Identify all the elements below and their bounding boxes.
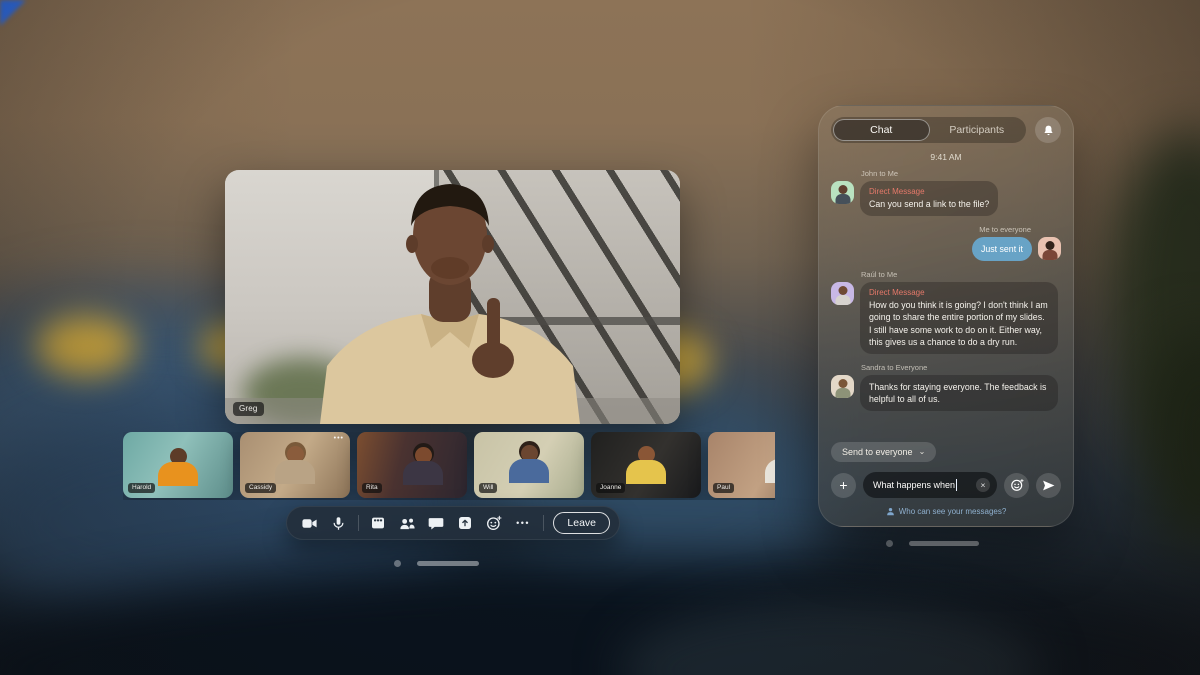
participant-name-label: Will [479, 483, 497, 494]
speaker-video [225, 170, 680, 424]
tile-more-icon[interactable]: ••• [334, 435, 344, 442]
avatar-me [1038, 237, 1061, 260]
privacy-hint[interactable]: Who can see your messages? [831, 507, 1061, 516]
tab-switcher: Chat Participants [831, 117, 1026, 143]
vision-meeting-screen: Greg Harold ••• Cassidy Rita Will Joanne… [0, 0, 1200, 675]
recipient-selector[interactable]: Send to everyone ⌄ [831, 442, 936, 462]
window-drag-handle[interactable] [909, 541, 979, 546]
window-drag-handle[interactable] [417, 561, 479, 566]
participant-name-label: Paul [713, 483, 734, 494]
more-icon: ••• [516, 518, 530, 528]
chat-icon [428, 516, 444, 531]
message-sender-label: Raúl to Me [861, 270, 1061, 279]
participant-tile-cassidy[interactable]: ••• Cassidy [240, 432, 350, 498]
chat-panel: Chat Participants 9:41 AM John to Me Dir… [818, 105, 1074, 527]
participant-name-label: Rita [362, 483, 382, 494]
bell-icon [1042, 124, 1055, 137]
chat-tab-row: Chat Participants [831, 117, 1061, 143]
message-text: Thanks for staying everyone. The feedbac… [869, 381, 1049, 405]
recipient-label: Send to everyone [842, 447, 913, 457]
direct-message-badge: Direct Message [869, 288, 1049, 297]
share-screen-button[interactable] [452, 509, 479, 537]
microphone-button[interactable] [325, 509, 352, 537]
message-list: John to Me Direct Message Can you send a… [831, 169, 1061, 411]
participant-name-label: Joanne [596, 483, 625, 494]
camera-button[interactable] [296, 509, 323, 537]
message-input-value: What happens when [873, 480, 955, 490]
chat-composer: Send to everyone ⌄ + What happens when × [831, 442, 1061, 516]
message-text: Just sent it [981, 243, 1023, 255]
participant-video [626, 446, 666, 484]
notifications-button[interactable] [1035, 117, 1061, 143]
layout-button[interactable] [365, 509, 392, 537]
plus-icon: + [839, 477, 847, 493]
emoji-button[interactable] [1004, 473, 1029, 498]
emoji-icon [1010, 478, 1024, 492]
reactions-button[interactable] [481, 509, 508, 537]
message-me: Me to everyone Just sent it [831, 225, 1061, 261]
message-sender-label: John to Me [861, 169, 1061, 178]
reactions-icon [486, 515, 502, 531]
message-bubble: Just sent it [972, 237, 1032, 261]
participant-name-label: Cassidy [245, 483, 276, 494]
person-icon [886, 507, 895, 516]
participant-video [275, 446, 315, 484]
composer-input-row: + What happens when × [831, 472, 1061, 498]
participant-video [158, 448, 198, 486]
control-bar-divider [543, 515, 544, 531]
send-icon [1042, 479, 1055, 492]
camera-icon [301, 515, 318, 532]
participant-tile-will[interactable]: Will [474, 432, 584, 498]
direct-message-badge: Direct Message [869, 187, 989, 196]
tab-participants[interactable]: Participants [930, 119, 1025, 141]
message-sender-label: Me to everyone [831, 225, 1031, 234]
chat-timestamp: 9:41 AM [831, 152, 1061, 162]
participant-tile-joanne[interactable]: Joanne [591, 432, 701, 498]
share-screen-icon [457, 515, 473, 531]
privacy-hint-text: Who can see your messages? [899, 507, 1007, 516]
microphone-icon [331, 515, 346, 532]
participant-video [765, 445, 775, 483]
avatar-john [831, 181, 854, 204]
participant-video [403, 447, 443, 485]
avatar-sandra [831, 375, 854, 398]
participant-name-label: Harold [128, 483, 155, 494]
window-close-icon[interactable] [886, 540, 893, 547]
message-bubble: Direct Message Can you send a link to th… [860, 181, 998, 216]
message-bubble: Thanks for staying everyone. The feedbac… [860, 375, 1058, 411]
message-text: Can you send a link to the file? [869, 198, 989, 210]
participants-icon [399, 516, 416, 531]
participant-tile-rita[interactable]: Rita [357, 432, 467, 498]
message-raul: Raúl to Me Direct Message How do you thi… [831, 270, 1061, 354]
send-button[interactable] [1036, 473, 1061, 498]
text-caret [956, 479, 957, 491]
participant-video [509, 445, 549, 483]
clear-input-button[interactable]: × [976, 478, 990, 492]
tab-chat[interactable]: Chat [833, 119, 930, 141]
participant-filmstrip[interactable]: Harold ••• Cassidy Rita Will Joanne Paul [123, 432, 775, 500]
main-window-controls [394, 560, 479, 567]
control-bar-divider [358, 515, 359, 531]
window-close-icon[interactable] [394, 560, 401, 567]
participant-tile-paul[interactable]: Paul [708, 432, 775, 498]
close-icon: × [981, 481, 986, 490]
more-options-button[interactable]: ••• [510, 509, 537, 537]
message-sender-label: Sandra to Everyone [861, 363, 1061, 372]
main-speaker-tile[interactable]: Greg [225, 170, 680, 424]
meeting-control-bar: ••• Leave [286, 506, 620, 540]
attach-button[interactable]: + [831, 473, 856, 498]
message-john: John to Me Direct Message Can you send a… [831, 169, 1061, 216]
participants-button[interactable] [394, 509, 421, 537]
chat-window-controls [886, 540, 979, 547]
message-bubble: Direct Message How do you think it is go… [860, 282, 1058, 354]
message-input[interactable]: What happens when × [863, 472, 997, 498]
participant-tile-harold[interactable]: Harold [123, 432, 233, 498]
chat-button[interactable] [423, 509, 450, 537]
message-sandra: Sandra to Everyone Thanks for staying ev… [831, 363, 1061, 411]
speaker-name-label: Greg [233, 402, 264, 416]
avatar-raul [831, 282, 854, 305]
message-text: How do you think it is going? I don't th… [869, 299, 1049, 348]
layout-icon [370, 515, 386, 531]
leave-button[interactable]: Leave [553, 512, 610, 534]
